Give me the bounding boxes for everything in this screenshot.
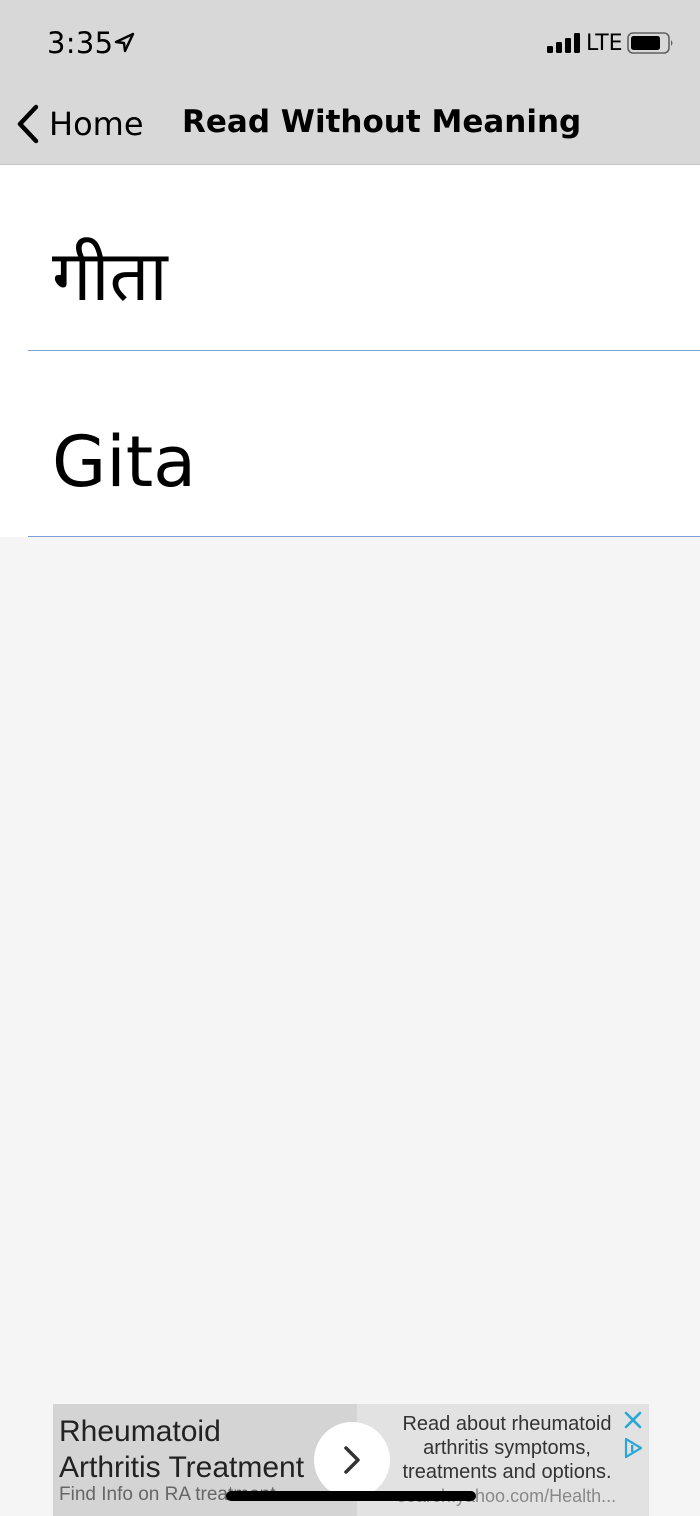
list-item-label: गीता bbox=[52, 235, 168, 317]
page-title: Read Without Meaning bbox=[182, 104, 582, 140]
status-time: 3:35 bbox=[47, 26, 114, 60]
chevron-right-icon bbox=[344, 1446, 360, 1474]
list-item-english[interactable]: Gita bbox=[0, 351, 700, 537]
list-item-label: Gita bbox=[52, 421, 197, 503]
ad-choices-icon[interactable] bbox=[621, 1436, 645, 1460]
ad-title[interactable]: Rheumatoid Arthritis Treatment bbox=[59, 1414, 319, 1486]
text-list: गीता Gita bbox=[0, 165, 700, 537]
ad-open-button[interactable] bbox=[314, 1422, 390, 1498]
battery-icon bbox=[627, 32, 673, 54]
location-arrow-icon bbox=[114, 32, 135, 53]
chevron-left-icon bbox=[17, 104, 39, 144]
back-button[interactable]: Home bbox=[14, 100, 144, 148]
navigation-header: 3:35 LTE Home Read Without Meaning bbox=[0, 0, 700, 165]
back-button-label: Home bbox=[49, 105, 144, 143]
home-indicator[interactable] bbox=[226, 1491, 476, 1501]
close-icon[interactable] bbox=[623, 1410, 643, 1430]
signal-bars-icon bbox=[547, 33, 580, 53]
row-divider bbox=[28, 536, 700, 537]
ad-description: Read about rheumatoid arthritis symptoms… bbox=[402, 1413, 612, 1483]
list-item-hindi[interactable]: गीता bbox=[0, 165, 700, 351]
network-type-label: LTE bbox=[586, 31, 623, 56]
